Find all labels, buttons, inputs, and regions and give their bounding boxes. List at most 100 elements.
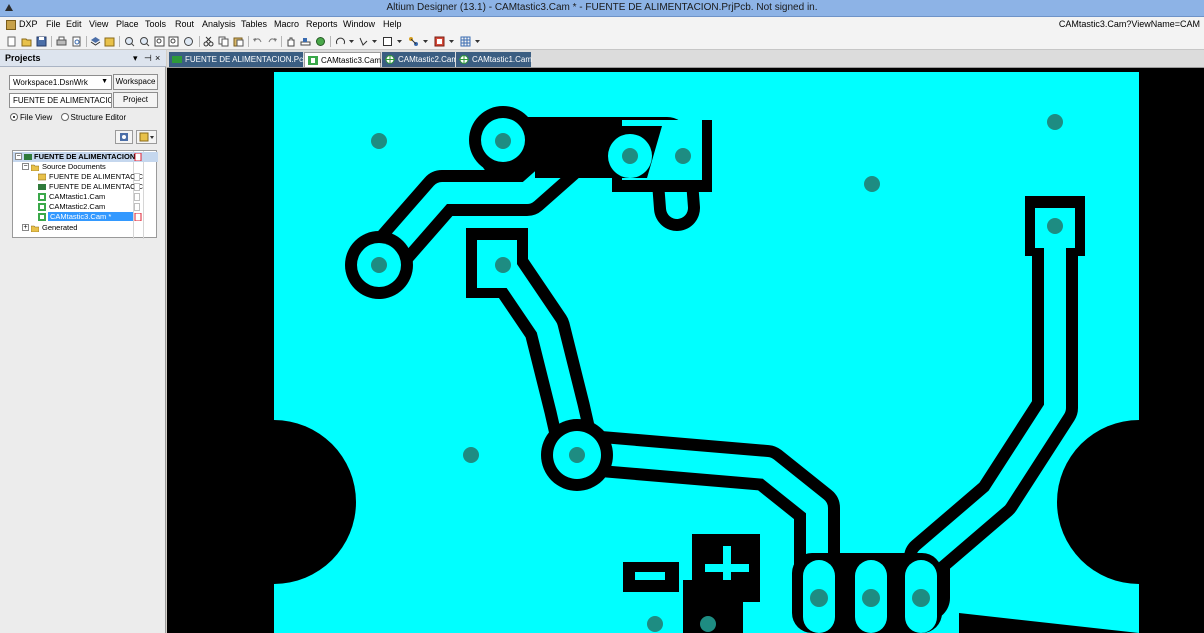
pcb-project-icon [24, 154, 32, 160]
line-tool-icon[interactable] [358, 36, 369, 47]
collapse-icon[interactable]: − [22, 163, 29, 170]
via [495, 133, 511, 149]
collapse-icon[interactable]: − [15, 153, 22, 160]
dropdown-arrow-icon[interactable] [420, 36, 431, 47]
menu-macro[interactable]: Macro [274, 19, 299, 29]
menu-reports[interactable]: Reports [306, 19, 338, 29]
menu-window[interactable]: Window [343, 19, 375, 29]
window-title: Altium Designer (13.1) - CAMtastic3.Cam … [386, 2, 818, 13]
chevron-down-icon: ▼ [101, 78, 108, 85]
toolbar-separator [248, 36, 249, 47]
file-view-radio[interactable] [10, 113, 18, 121]
minus-sign [635, 572, 665, 580]
copy-icon[interactable] [218, 36, 229, 47]
menu-analysis[interactable]: Analysis [202, 19, 236, 29]
cam-document-icon [38, 213, 46, 221]
zoom-fit-icon[interactable] [124, 36, 135, 47]
tab-camtastic2[interactable]: CAMtastic2.Cam [382, 52, 458, 67]
grid-icon[interactable] [460, 36, 471, 47]
project-button[interactable]: Project [113, 92, 158, 108]
tree-row-generated[interactable]: + Generated [13, 223, 158, 233]
folder-icon [31, 164, 39, 171]
hand-pan-icon[interactable] [285, 36, 296, 47]
component-icon[interactable] [315, 36, 326, 47]
measure-icon[interactable] [300, 36, 311, 47]
tab-label: FUENTE DE ALIMENTACION.PcbDoc [185, 55, 322, 64]
cam-canvas[interactable] [167, 68, 1204, 633]
cam-crosshair-icon [459, 55, 469, 64]
menu-view[interactable]: View [89, 19, 108, 29]
dropdown-arrow-icon[interactable] [446, 36, 457, 47]
dropdown-arrow-icon[interactable] [472, 36, 483, 47]
view-name-field[interactable]: CAMtastic3.Cam?ViewName=CAM [1059, 19, 1200, 29]
flash-icon[interactable] [434, 36, 445, 47]
new-document-icon[interactable] [6, 36, 17, 47]
menu-place[interactable]: Place [116, 19, 139, 29]
file-view-label[interactable]: File View [20, 113, 52, 122]
panel-menu-icon[interactable]: ▾ [133, 53, 138, 64]
document-options-button[interactable] [136, 130, 157, 144]
print-preview-icon[interactable] [71, 36, 82, 47]
tree-row-file[interactable]: CAMtastic2.Cam [13, 202, 158, 212]
tab-pcbdoc[interactable]: FUENTE DE ALIMENTACION.PcbDoc [169, 52, 322, 67]
arc-tool-icon[interactable] [335, 36, 346, 47]
rectangle-tool-icon[interactable] [382, 36, 393, 47]
project-combo-value: FUENTE DE ALIMENTACION.Pr [13, 96, 112, 105]
save-icon[interactable] [36, 36, 47, 47]
pcb-copper-layer[interactable] [167, 68, 1204, 633]
workspace-combo[interactable]: Workspace1.DsnWrk ▼ [9, 75, 112, 90]
dropdown-arrow-icon[interactable] [394, 36, 405, 47]
netlist-icon[interactable] [408, 36, 419, 47]
expand-icon[interactable]: + [22, 224, 29, 231]
zoom-area-icon[interactable] [154, 36, 165, 47]
tab-camtastic3[interactable]: CAMtastic3.Cam * [304, 52, 386, 67]
project-tools-icon [120, 133, 128, 141]
panel-pin-icon[interactable]: ⊣ [144, 53, 152, 64]
project-tools-button[interactable] [115, 130, 133, 144]
redo-icon[interactable] [267, 36, 278, 47]
menu-rout[interactable]: Rout [175, 19, 194, 29]
menu-help[interactable]: Help [383, 19, 402, 29]
tree-row-file[interactable]: CAMtastic1.Cam [13, 192, 158, 202]
menu-dxp[interactable]: DXP [19, 19, 38, 29]
open-project-icon[interactable] [104, 36, 115, 47]
tree-row-source-documents[interactable]: − Source Documents [13, 162, 158, 172]
zoom-previous-icon[interactable] [183, 36, 194, 47]
menu-tools[interactable]: Tools [145, 19, 166, 29]
paste-icon[interactable] [233, 36, 244, 47]
toolbar-separator [199, 36, 200, 47]
tree-row-file[interactable]: FUENTE DE ALIMENTACIC [13, 182, 158, 192]
workspace-button[interactable]: Workspace [113, 74, 158, 90]
toolbar-separator [51, 36, 52, 47]
tree-row-project[interactable]: − FUENTE DE ALIMENTACION. [13, 152, 158, 162]
tree-row-file[interactable]: FUENTE DE ALIMENTACIC [13, 172, 158, 182]
tree-file-label: CAMtastic3.Cam * [48, 212, 133, 221]
board-edge-right [1139, 420, 1204, 633]
via [864, 176, 880, 192]
dropdown-arrow-icon[interactable] [346, 36, 357, 47]
modified-document-icon [134, 213, 142, 221]
menu-file[interactable]: File [46, 19, 61, 29]
cut-icon[interactable] [203, 36, 214, 47]
menu-edit[interactable]: Edit [66, 19, 82, 29]
zoom-selected-icon[interactable] [168, 36, 179, 47]
via [371, 257, 387, 273]
tree-row-file-selected[interactable]: CAMtastic3.Cam * [13, 212, 158, 222]
document-status-icon [134, 173, 140, 181]
dropdown-arrow-icon[interactable] [369, 36, 380, 47]
via [463, 447, 479, 463]
structure-editor-radio[interactable] [60, 113, 69, 121]
panel-close-icon[interactable]: × [155, 53, 160, 63]
schematic-document-icon [38, 173, 46, 181]
print-icon[interactable] [56, 36, 67, 47]
layers-icon[interactable] [90, 36, 101, 47]
tab-camtastic1[interactable]: CAMtastic1.Cam [456, 52, 532, 67]
project-tree: − FUENTE DE ALIMENTACION. − Source Docum… [12, 150, 158, 239]
project-combo[interactable]: FUENTE DE ALIMENTACION.Pr [9, 93, 112, 108]
open-folder-icon[interactable] [21, 36, 32, 47]
title-bar: Altium Designer (13.1) - CAMtastic3.Cam … [0, 0, 1204, 17]
undo-icon[interactable] [252, 36, 263, 47]
menu-tables[interactable]: Tables [241, 19, 267, 29]
structure-editor-label[interactable]: Structure Editor [71, 113, 127, 122]
zoom-in-icon[interactable] [139, 36, 150, 47]
